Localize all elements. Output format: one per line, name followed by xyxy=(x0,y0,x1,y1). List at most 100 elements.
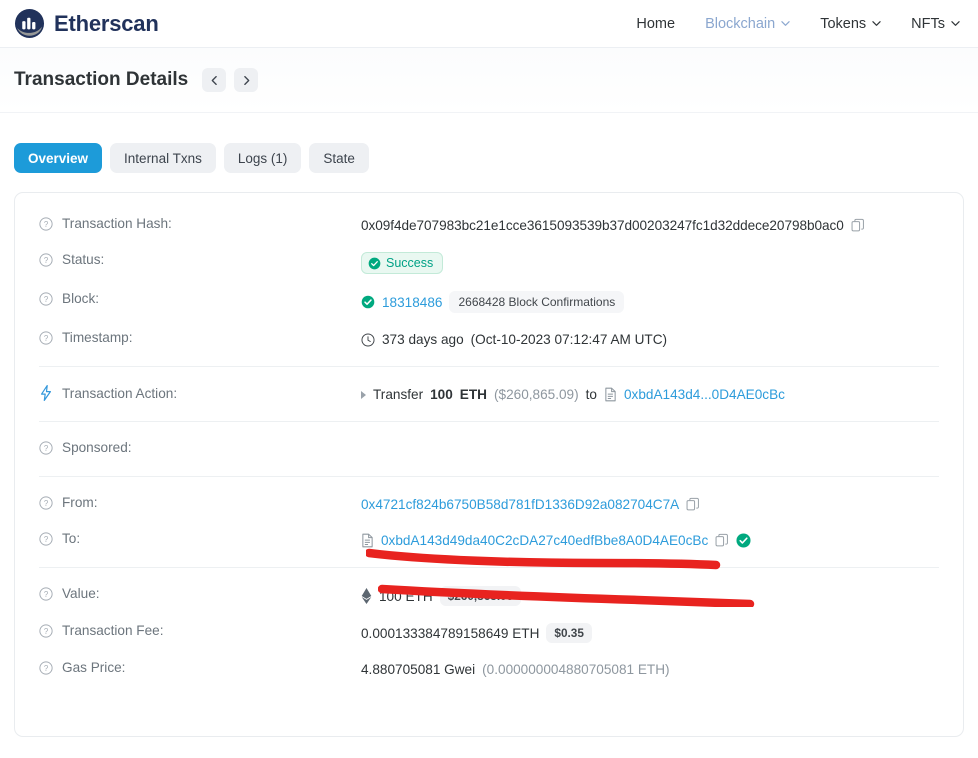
help-icon[interactable]: ? xyxy=(39,586,53,601)
gas-price-eth: (0.000000004880705081 ETH) xyxy=(482,662,670,677)
svg-text:?: ? xyxy=(44,627,49,636)
brand-name: Etherscan xyxy=(54,10,159,36)
label-text: Transaction Hash: xyxy=(62,216,172,231)
help-icon[interactable]: ? xyxy=(39,252,53,267)
svg-text:?: ? xyxy=(44,499,49,508)
row-transaction-action: Transaction Action: Transfer 100 ETH ($2… xyxy=(15,376,963,412)
block-number-link[interactable]: 18318486 xyxy=(382,295,442,310)
row-value: 0xbdA143d49da40C2cDA27c40edfBbe8A0D4AE0c… xyxy=(361,530,941,550)
svg-text:?: ? xyxy=(44,295,49,304)
row-transaction-hash: ? Transaction Hash: 0x09f4de707983bc21e1… xyxy=(15,207,963,243)
page-navigation xyxy=(202,68,259,92)
label-text: Timestamp: xyxy=(62,330,133,345)
copy-icon[interactable] xyxy=(686,497,700,512)
status-badge: Success xyxy=(361,252,444,274)
detail-tabs: Overview Internal Txns Logs (1) State xyxy=(0,113,978,173)
label-text: Sponsored: xyxy=(62,440,132,455)
etherscan-transaction-page: Etherscan Home Blockchain Tokens NFTs Tr… xyxy=(0,0,978,758)
block-confirmations-badge: 2668428 Block Confirmations xyxy=(449,291,625,313)
row-label: ? Transaction Hash: xyxy=(39,215,361,231)
help-icon[interactable]: ? xyxy=(39,660,53,675)
tab-label: Overview xyxy=(28,150,89,166)
value-amount: 100 ETH xyxy=(379,588,433,604)
action-target-address-link[interactable]: 0xbdA143d4...0D4AE0cBc xyxy=(624,387,785,402)
gas-price-gwei: 4.880705081 Gwei xyxy=(361,662,476,677)
nav-item-blockchain[interactable]: Blockchain xyxy=(705,16,790,32)
row-value: 4.880705081 Gwei (0.000000004880705081 E… xyxy=(361,659,941,679)
chevron-down-icon xyxy=(872,19,881,28)
tab-label: Logs (1) xyxy=(237,150,288,166)
clock-icon xyxy=(361,332,375,347)
prev-transaction-button[interactable] xyxy=(202,68,227,92)
divider xyxy=(39,421,939,422)
row-value: 0x4721cf824b6750B58d781fD1336D92a082704C… xyxy=(361,494,941,514)
help-icon[interactable]: ? xyxy=(39,440,53,455)
help-icon[interactable]: ? xyxy=(39,531,53,546)
page-header: Transaction Details xyxy=(0,48,978,113)
fee-usd-badge: $0.35 xyxy=(546,623,592,643)
action-usd: ($260,865.09) xyxy=(493,387,579,402)
row-value xyxy=(361,439,941,459)
action-currency: ETH xyxy=(459,387,487,402)
value-usd-badge: $260,865.09 xyxy=(439,586,522,606)
row-label: ? Transaction Fee: xyxy=(39,622,361,638)
expand-triangle-icon[interactable] xyxy=(361,390,366,399)
etherscan-logo-icon xyxy=(14,8,45,39)
brand-logo-link[interactable]: Etherscan xyxy=(14,8,159,39)
nav-item-label: Blockchain xyxy=(705,15,776,32)
lightning-bolt-icon xyxy=(39,385,53,401)
nav-item-label: Home xyxy=(636,15,676,32)
row-from: ? From: 0x4721cf824b6750B58d781fD1336D92… xyxy=(15,486,963,522)
row-status: ? Status: Success xyxy=(15,243,963,282)
status-text: Success xyxy=(386,256,434,270)
svg-text:?: ? xyxy=(44,256,49,265)
row-timestamp: ? Timestamp: 373 days ago (Oct-10-2023 0… xyxy=(15,321,963,357)
row-value: 100 ETH $260,865.09 xyxy=(361,585,941,606)
check-circle-icon xyxy=(361,295,375,309)
label-text: Block: xyxy=(62,291,100,306)
label-text: Status: xyxy=(62,252,105,267)
label-text: From: xyxy=(62,495,98,510)
row-sponsored: ? Sponsored: xyxy=(15,431,963,467)
help-icon[interactable]: ? xyxy=(39,291,53,306)
row-value: 0.000133384789158649 ETH $0.35 xyxy=(361,622,941,643)
main-nav: Home Blockchain Tokens NFTs xyxy=(636,16,960,32)
chevron-down-icon xyxy=(781,19,790,28)
help-icon[interactable]: ? xyxy=(39,216,53,231)
next-transaction-button[interactable] xyxy=(234,68,259,92)
help-icon[interactable]: ? xyxy=(39,623,53,638)
divider xyxy=(39,366,939,367)
tab-logs[interactable]: Logs (1) xyxy=(223,143,302,173)
label-text: Transaction Action: xyxy=(62,385,178,401)
row-label: ? Value: xyxy=(39,585,361,601)
fee-amount: 0.000133384789158649 ETH xyxy=(361,625,540,641)
copy-icon[interactable] xyxy=(715,533,729,548)
help-icon[interactable]: ? xyxy=(39,495,53,510)
nav-item-tokens[interactable]: Tokens xyxy=(820,16,881,32)
nav-item-label: NFTs xyxy=(911,15,945,32)
verified-check-icon[interactable] xyxy=(736,533,751,548)
tab-label: Internal Txns xyxy=(124,150,202,166)
row-value: 0x09f4de707983bc21e1cce3615093539b37d002… xyxy=(361,215,941,235)
row-label: Transaction Action: xyxy=(39,384,361,401)
row-value-amount: ? Value: 100 ETH $260,865.09 xyxy=(15,577,963,614)
divider xyxy=(39,476,939,477)
nav-item-nfts[interactable]: NFTs xyxy=(911,16,960,32)
top-navbar: Etherscan Home Blockchain Tokens NFTs xyxy=(0,0,978,48)
tab-internal-txns[interactable]: Internal Txns xyxy=(110,143,216,173)
help-icon[interactable]: ? xyxy=(39,330,53,345)
action-preposition: to xyxy=(585,387,597,402)
nav-item-home[interactable]: Home xyxy=(636,16,675,32)
label-text: Transaction Fee: xyxy=(62,623,164,638)
to-address-link[interactable]: 0xbdA143d49da40C2cDA27c40edfBbe8A0D4AE0c… xyxy=(381,533,708,548)
tab-overview[interactable]: Overview xyxy=(14,143,103,173)
from-address-link[interactable]: 0x4721cf824b6750B58d781fD1336D92a082704C… xyxy=(361,497,679,512)
tab-state[interactable]: State xyxy=(309,143,369,173)
row-block: ? Block: 18318486 2668428 Block Confirma… xyxy=(15,282,963,321)
copy-icon[interactable] xyxy=(851,218,865,233)
row-label: ? From: xyxy=(39,494,361,510)
check-circle-icon xyxy=(368,257,381,270)
action-amount: 100 xyxy=(430,387,453,402)
chevron-right-icon xyxy=(241,75,252,86)
chevron-left-icon xyxy=(209,75,220,86)
